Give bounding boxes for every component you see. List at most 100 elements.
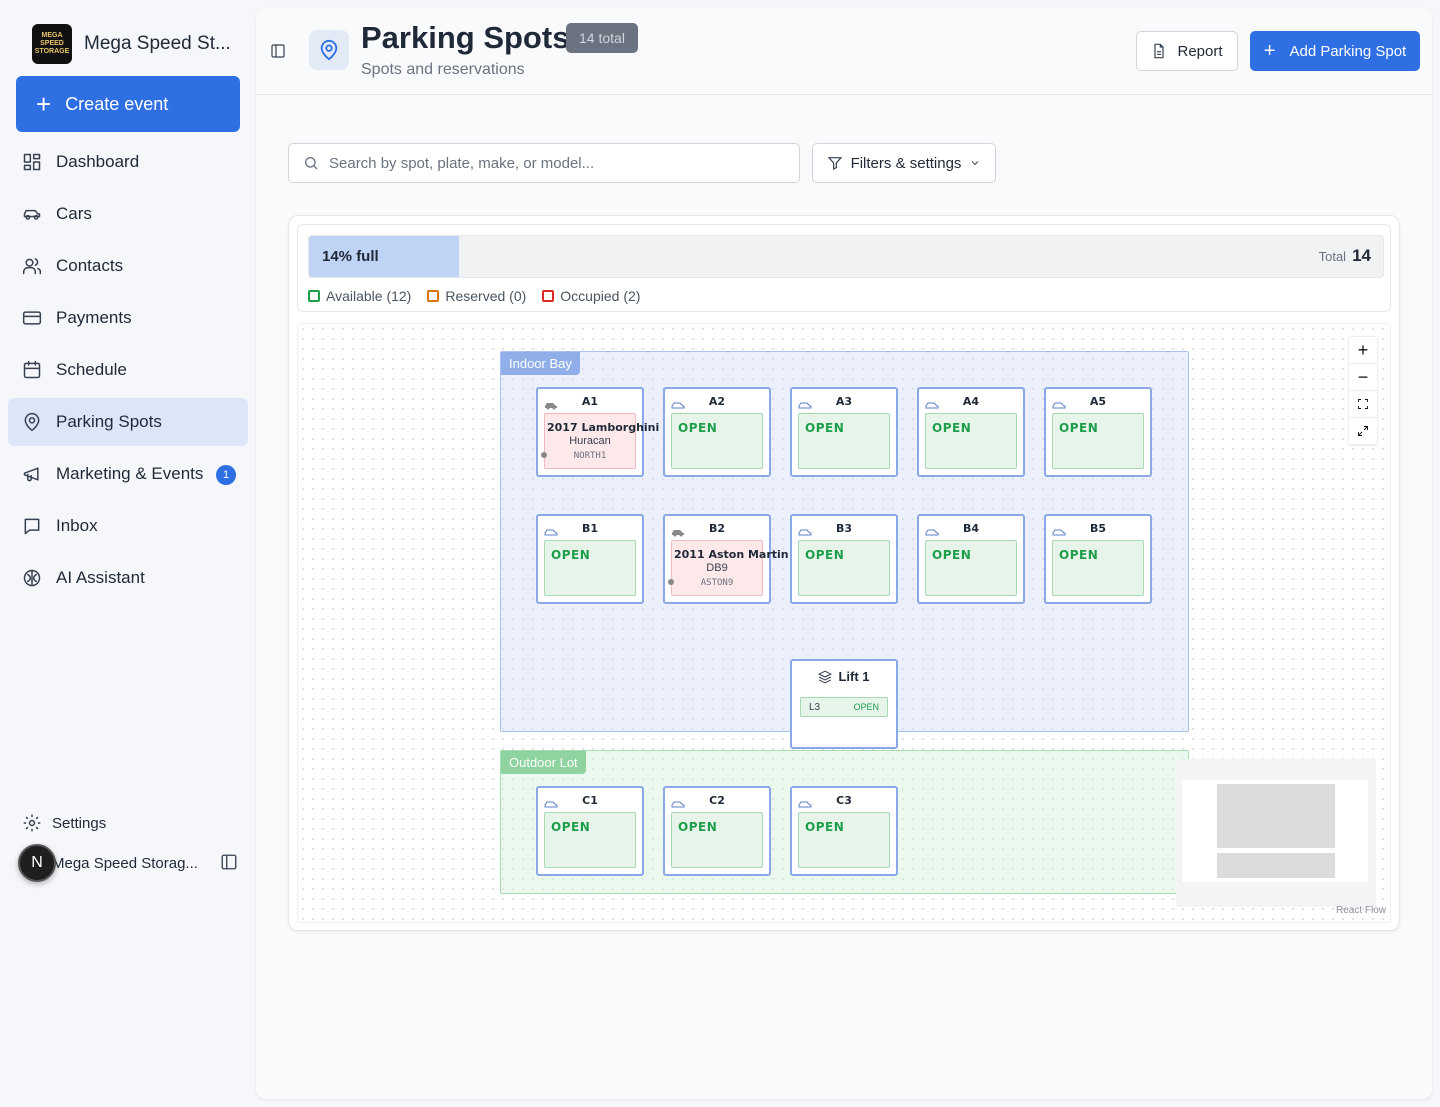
fit-view-icon (1358, 399, 1368, 409)
spot-code: B4 (962, 522, 980, 535)
minimap-viewport (1182, 780, 1368, 882)
add-parking-spot-button[interactable]: + Add Parking Spot (1250, 31, 1420, 71)
sidebar-item-label: Parking Spots (56, 412, 162, 431)
report-button[interactable]: Report (1136, 31, 1238, 71)
sidebar-item-payments[interactable]: Payments (8, 294, 248, 342)
sidebar-item-schedule[interactable]: Schedule (8, 346, 248, 394)
document-icon (1154, 43, 1165, 59)
open-slot[interactable]: OPEN (925, 540, 1017, 596)
brand-name: Mega Speed St... (84, 33, 231, 54)
open-slot[interactable]: OPEN (544, 812, 636, 868)
parking-spot-b3[interactable]: B3 OPEN (790, 514, 898, 604)
vehicle-name: 2017 Lamborghini (547, 421, 660, 434)
fullscreen-button[interactable] (1349, 418, 1377, 445)
spot-code: C3 (836, 794, 852, 807)
search-input[interactable] (329, 154, 769, 172)
legend-swatch (427, 290, 440, 302)
react-flow-attribution[interactable]: React Flow (1336, 905, 1386, 916)
sidebar-item-label: Contacts (56, 256, 124, 275)
sidebar-item-inbox[interactable]: Inbox (8, 502, 248, 550)
status-label: OPEN (805, 548, 845, 562)
occupancy-summary: 14% full Total 14 Available (12) Reserve… (297, 224, 1391, 312)
spot-code: B5 (1089, 522, 1107, 535)
parking-spot-b2[interactable]: B2 2011 Aston Martin DB9 ASTON9 (663, 514, 789, 604)
open-slot[interactable]: OPEN (544, 540, 636, 596)
sidebar-item-cars[interactable]: Cars (8, 190, 248, 238)
page-title: Parking Spots (361, 20, 570, 55)
zoom-in-button[interactable]: + (1349, 337, 1377, 364)
create-event-button[interactable]: + Create event (16, 76, 240, 132)
parking-spot-a1[interactable]: A1 2017 Lamborghini Huracan NORTH1 (536, 387, 659, 477)
zoom-out-button[interactable]: − (1349, 364, 1377, 391)
brain-icon (23, 569, 41, 587)
map-pin-icon (24, 412, 40, 432)
credit-card-icon (22, 311, 42, 325)
filter-icon (827, 157, 842, 170)
vehicle-card[interactable]: 2011 Aston Martin DB9 ASTON9 (668, 540, 789, 596)
open-slot[interactable]: OPEN (1052, 540, 1144, 596)
brand[interactable]: MEGA SPEED STORAGE Mega Speed St... (32, 24, 231, 64)
minimap[interactable] (1176, 759, 1376, 907)
legend-label: Occupied (2) (560, 288, 641, 304)
parking-spot-a5[interactable]: A5 OPEN (1044, 387, 1152, 477)
parking-spot-b1[interactable]: B1 OPEN (536, 514, 644, 604)
megaphone-icon (23, 467, 39, 482)
open-slot[interactable]: OPEN (925, 413, 1017, 469)
sidebar-item-label: Schedule (56, 360, 127, 379)
sidebar-item-label: Dashboard (56, 152, 140, 171)
chevron-down-icon (972, 161, 979, 166)
open-slot[interactable]: OPEN (798, 812, 890, 868)
avatar[interactable]: N (18, 844, 56, 882)
parking-spot-a2[interactable]: A2 OPEN (663, 387, 771, 477)
open-slot[interactable]: OPEN (671, 812, 763, 868)
sidebar-item-contacts[interactable]: Contacts (8, 242, 248, 290)
zone-label: Indoor Bay (501, 352, 580, 375)
settings-link[interactable]: Settings (22, 813, 106, 833)
status-label: OPEN (551, 820, 591, 834)
status-label: OPEN (805, 820, 845, 834)
open-slot[interactable]: OPEN (671, 413, 763, 469)
parking-spot-c1[interactable]: C1 OPEN (536, 786, 644, 876)
lift-level-slot[interactable]: L3 OPEN (800, 697, 888, 717)
parking-spot-b5[interactable]: B5 OPEN (1044, 514, 1152, 604)
brand-logo: MEGA SPEED STORAGE (32, 24, 72, 64)
status-label: OPEN (678, 421, 718, 435)
car-icon (23, 209, 41, 220)
parking-flow-canvas[interactable]: Indoor Bay Outdoor Lot A1 2017 Lamborghi… (297, 323, 1391, 923)
parking-spot-c2[interactable]: C2 OPEN (663, 786, 771, 876)
open-slot[interactable]: OPEN (1052, 413, 1144, 469)
parking-spot-a3[interactable]: A3 OPEN (790, 387, 898, 477)
user-menu[interactable]: N Mega Speed Storag... (18, 844, 242, 882)
legend-reserved: Reserved (0) (427, 288, 526, 304)
parking-spot-c3[interactable]: C3 OPEN (790, 786, 898, 876)
search-box[interactable] (288, 143, 800, 183)
spot-code: A1 (581, 395, 599, 408)
open-slot[interactable]: OPEN (798, 540, 890, 596)
panel-toggle-icon[interactable] (270, 43, 286, 59)
legend-label: Reserved (0) (445, 288, 527, 304)
vehicle-plate: ASTON9 (700, 578, 734, 588)
spot-code: A4 (962, 395, 980, 408)
filters-settings-button[interactable]: Filters & settings (812, 143, 996, 183)
spot-code: C2 (709, 794, 725, 807)
fit-view-button[interactable] (1349, 391, 1377, 418)
occupancy-label: 14% full (322, 248, 379, 265)
lift-node[interactable]: Lift 1 L3 OPEN (790, 659, 898, 749)
sidebar-item-parking-spots[interactable]: Parking Spots (8, 398, 248, 446)
total-badge: 14 total (566, 23, 638, 53)
total-label: Total (1318, 249, 1347, 264)
sidebar-item-dashboard[interactable]: Dashboard (8, 138, 248, 186)
open-slot[interactable]: OPEN (798, 413, 890, 469)
sidebar-item-ai-assistant[interactable]: AI Assistant (8, 554, 248, 602)
sidebar-collapse-icon[interactable] (220, 853, 238, 871)
status-legend: Available (12) Reserved (0) Occupied (2) (308, 288, 640, 304)
vehicle-model: DB9 (706, 562, 728, 574)
parking-spot-b4[interactable]: B4 OPEN (917, 514, 1025, 604)
legend-swatch (542, 290, 555, 302)
gear-icon (23, 814, 41, 832)
parking-spot-a4[interactable]: A4 OPEN (917, 387, 1025, 477)
sidebar-item-marketing-events[interactable]: Marketing & Events 1 (8, 450, 248, 498)
spot-code: B1 (581, 522, 599, 535)
spot-code: A3 (835, 395, 853, 408)
vehicle-card[interactable]: 2017 Lamborghini Huracan NORTH1 (541, 413, 659, 469)
